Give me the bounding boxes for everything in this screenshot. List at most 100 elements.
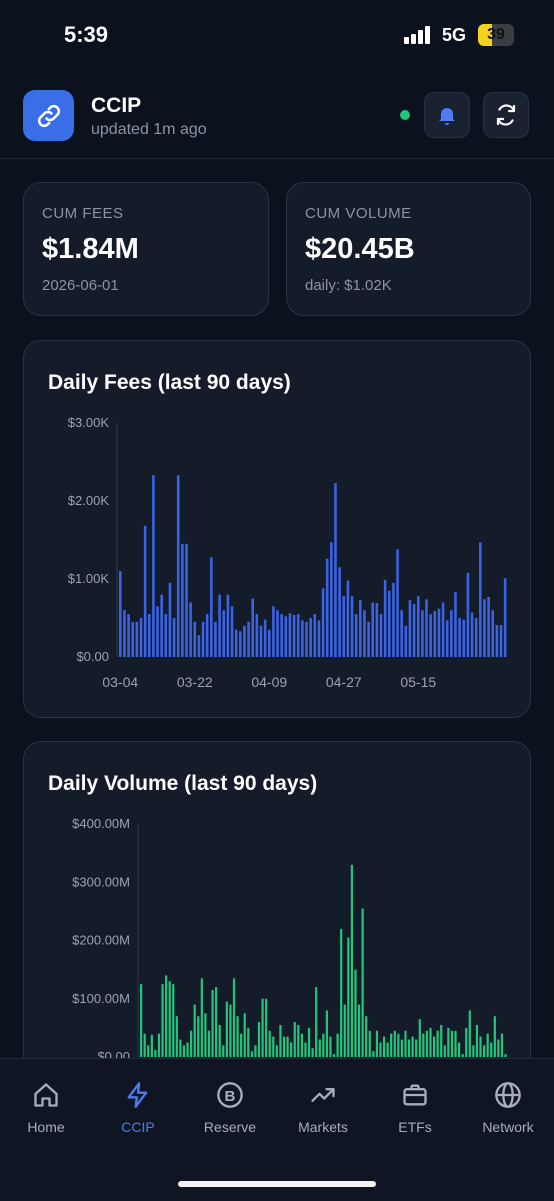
bar bbox=[286, 1036, 289, 1057]
stat-label: CUM VOLUME bbox=[305, 205, 412, 222]
bar bbox=[415, 1039, 418, 1057]
bar bbox=[334, 483, 337, 657]
x-tick-label: 03-22 bbox=[177, 674, 213, 690]
x-tick-label: 05-15 bbox=[400, 674, 436, 690]
bar bbox=[218, 1024, 221, 1057]
refresh-button[interactable] bbox=[483, 92, 529, 138]
nav-label: CCIP bbox=[121, 1119, 155, 1135]
bar bbox=[152, 475, 155, 657]
bar bbox=[486, 1033, 489, 1057]
bar bbox=[131, 621, 134, 657]
bar bbox=[150, 1034, 153, 1057]
bar bbox=[226, 594, 230, 657]
bar bbox=[407, 1039, 411, 1057]
bar bbox=[441, 602, 445, 657]
notifications-button[interactable] bbox=[424, 92, 470, 138]
bar bbox=[254, 1045, 257, 1057]
bar bbox=[472, 1045, 475, 1057]
status-time: 5:39 bbox=[64, 22, 109, 47]
bar bbox=[275, 1045, 278, 1057]
bar bbox=[305, 621, 308, 657]
bar bbox=[367, 621, 370, 657]
bar bbox=[490, 1042, 493, 1057]
bar bbox=[475, 1024, 479, 1057]
bar bbox=[440, 1024, 443, 1057]
cum-volume-card: CUM VOLUME $20.45B daily: $1.02K bbox=[286, 182, 531, 316]
bar bbox=[147, 1045, 150, 1057]
bar bbox=[119, 571, 122, 657]
nav-label: Home bbox=[27, 1119, 65, 1135]
bar bbox=[400, 1039, 404, 1057]
home-icon bbox=[34, 1083, 58, 1107]
x-tick-label: 04-27 bbox=[326, 674, 362, 690]
bar bbox=[267, 629, 271, 657]
nav-markets[interactable]: Markets bbox=[283, 1079, 363, 1135]
bar bbox=[347, 937, 350, 1057]
bar bbox=[332, 1054, 336, 1057]
bar bbox=[445, 620, 449, 657]
bar bbox=[365, 1016, 368, 1057]
stat-label: CUM FEES bbox=[42, 205, 124, 222]
bar bbox=[259, 625, 263, 657]
nav-network[interactable]: Network bbox=[468, 1079, 548, 1135]
link-icon bbox=[37, 104, 60, 127]
nav-etfs[interactable]: ETFs bbox=[375, 1079, 455, 1135]
bar bbox=[225, 1001, 228, 1057]
bar bbox=[329, 1036, 332, 1057]
bar bbox=[255, 614, 259, 657]
bar bbox=[309, 618, 312, 657]
bar bbox=[315, 987, 318, 1057]
coin-b-icon: B bbox=[217, 1082, 243, 1108]
bar bbox=[422, 1033, 425, 1057]
nav-ccip[interactable]: CCIP bbox=[98, 1079, 178, 1135]
bar bbox=[411, 1036, 414, 1057]
bar bbox=[307, 1027, 311, 1058]
app-logo bbox=[23, 90, 74, 141]
bar bbox=[321, 588, 325, 657]
bar bbox=[193, 621, 197, 657]
bar bbox=[346, 580, 350, 657]
bar bbox=[207, 1030, 211, 1057]
bar bbox=[140, 984, 143, 1057]
bar bbox=[200, 978, 203, 1057]
network-type: 5G bbox=[442, 25, 467, 45]
bar bbox=[408, 600, 412, 657]
bar bbox=[304, 1042, 307, 1057]
bar bbox=[468, 1010, 471, 1057]
bar bbox=[372, 1051, 375, 1057]
bar bbox=[301, 620, 304, 657]
y-tick-label: $0.00 bbox=[76, 649, 109, 664]
bar bbox=[280, 614, 283, 657]
bar bbox=[261, 998, 264, 1057]
x-tick-label: 04-09 bbox=[251, 674, 287, 690]
nav-home[interactable]: Home bbox=[6, 1079, 86, 1135]
bar bbox=[185, 543, 188, 657]
nav-label: ETFs bbox=[398, 1119, 432, 1135]
lightning-icon bbox=[127, 1082, 148, 1108]
nav-reserve[interactable]: B Reserve bbox=[190, 1079, 270, 1135]
bar bbox=[432, 1036, 436, 1057]
stat-value: $1.84M bbox=[42, 233, 139, 265]
bar bbox=[292, 614, 296, 657]
y-tick-label: $1.00K bbox=[68, 571, 110, 586]
bar bbox=[383, 579, 387, 657]
bar bbox=[282, 1036, 286, 1057]
bar bbox=[214, 621, 217, 657]
bar bbox=[147, 614, 151, 657]
bar bbox=[379, 614, 383, 657]
bar bbox=[175, 1016, 178, 1057]
svg-text:B: B bbox=[225, 1088, 236, 1105]
bar bbox=[313, 614, 317, 657]
bar bbox=[361, 908, 364, 1057]
live-status-dot bbox=[400, 110, 410, 120]
bar bbox=[482, 1045, 486, 1057]
daily-volume-chart-card: Daily Volume (last 90 days) $0.00 $100.00… bbox=[23, 741, 531, 1081]
bar bbox=[387, 590, 391, 657]
bar bbox=[354, 614, 358, 657]
bar bbox=[243, 1013, 246, 1057]
bar bbox=[215, 987, 218, 1057]
bar bbox=[416, 596, 420, 657]
bar bbox=[462, 619, 466, 657]
bar bbox=[495, 625, 499, 657]
bar bbox=[393, 1030, 396, 1057]
